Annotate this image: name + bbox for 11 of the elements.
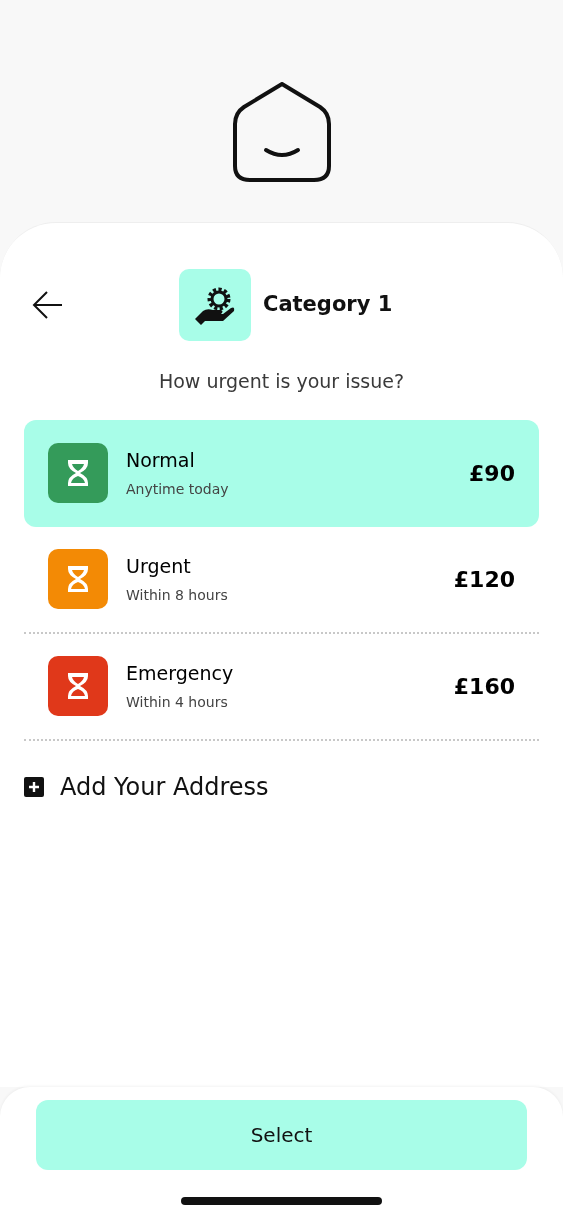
urgency-option[interactable]: Normal Anytime today £90 (24, 419, 539, 527)
house-logo-icon (231, 82, 332, 184)
plus-icon (24, 776, 44, 797)
urgency-option[interactable]: Emergency Within 4 hours £160 (24, 633, 539, 741)
back-button[interactable] (32, 290, 64, 320)
category-title: Category 1 (263, 291, 393, 319)
question-text: How urgent is your issue? (157, 369, 406, 394)
category-icon (179, 269, 251, 341)
urgency-option[interactable]: Urgent Within 8 hours £120 (24, 526, 539, 634)
select-button[interactable]: Select (36, 1100, 527, 1170)
add-address-button[interactable]: Add Your Address (24, 768, 269, 805)
